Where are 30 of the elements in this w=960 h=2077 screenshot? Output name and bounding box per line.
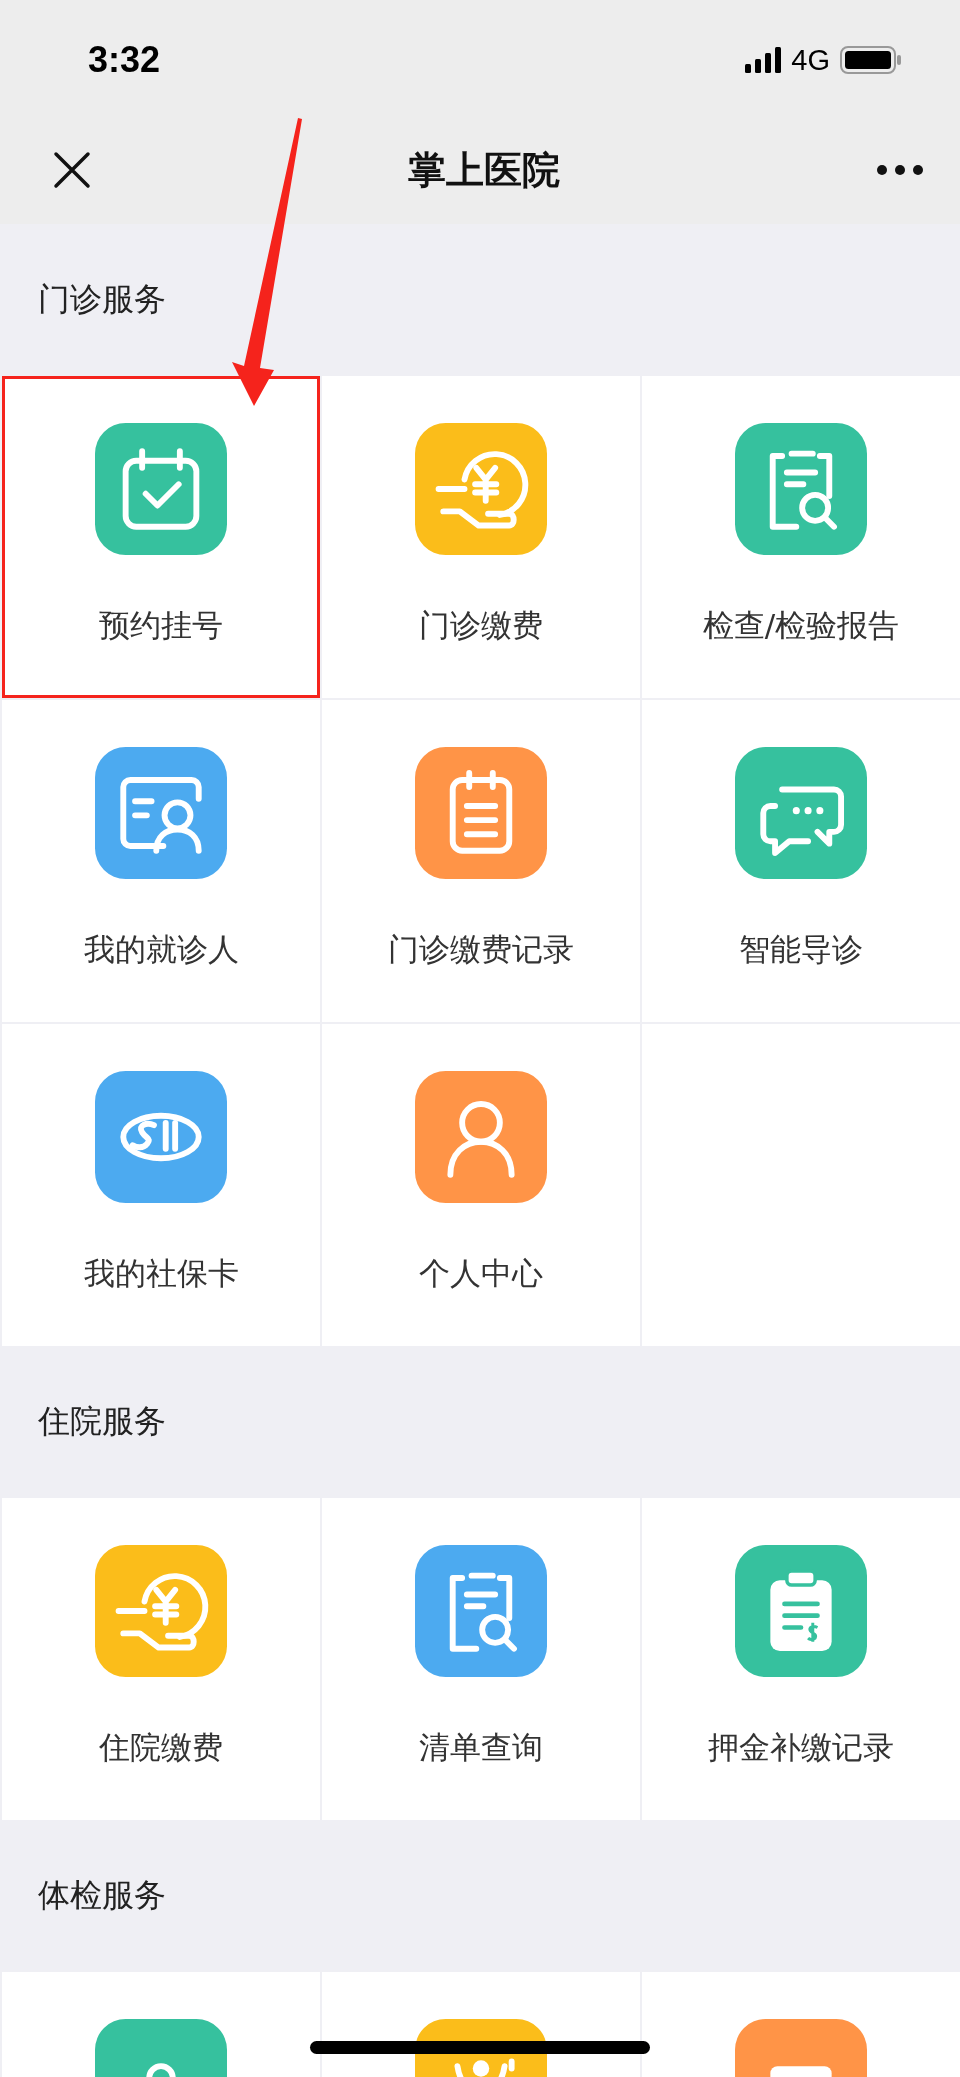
service-tile[interactable]: 个人中心: [322, 1024, 640, 1346]
service-tile[interactable]: 预约挂号: [2, 376, 320, 698]
service-tile[interactable]: 清单查询: [322, 1498, 640, 1820]
service-tile[interactable]: 门诊缴费: [322, 376, 640, 698]
tile-label: 智能导诊: [739, 930, 863, 969]
tile-label: 住院缴费: [99, 1728, 223, 1767]
battery-icon: [840, 46, 902, 74]
service-tile[interactable]: 智能导诊: [642, 700, 960, 1022]
tile-label: 门诊缴费记录: [388, 930, 574, 969]
signal-icon: [745, 47, 782, 73]
network-label: 4G: [791, 43, 830, 77]
service-tile[interactable]: 我的社保卡: [2, 1024, 320, 1346]
section-title: 体检服务: [38, 1875, 166, 1916]
tile-label: 清单查询: [419, 1728, 543, 1767]
tile-label: 门诊缴费: [419, 606, 543, 645]
service-tile[interactable]: 检查/检验报告: [642, 376, 960, 698]
status-time: 3:32: [88, 39, 161, 81]
section-title: 门诊服务: [38, 279, 166, 320]
section-title: 住院服务: [38, 1401, 166, 1442]
tile-label: 押金补缴记录: [708, 1728, 894, 1767]
service-tile[interactable]: 我的就诊人: [2, 700, 320, 1022]
service-tile[interactable]: 押金补缴记录: [642, 1498, 960, 1820]
tile-label: 预约挂号: [99, 606, 223, 645]
tile-label: 我的就诊人: [83, 930, 239, 969]
page-title: 掌上医院: [408, 146, 560, 194]
tile-label: 检查/检验报告: [702, 606, 900, 645]
service-tile[interactable]: 住院缴费: [2, 1498, 320, 1820]
tile-label: 我的社保卡: [83, 1254, 239, 1293]
tile-label: 个人中心: [419, 1254, 543, 1293]
service-tile[interactable]: 门诊缴费记录: [322, 700, 640, 1022]
